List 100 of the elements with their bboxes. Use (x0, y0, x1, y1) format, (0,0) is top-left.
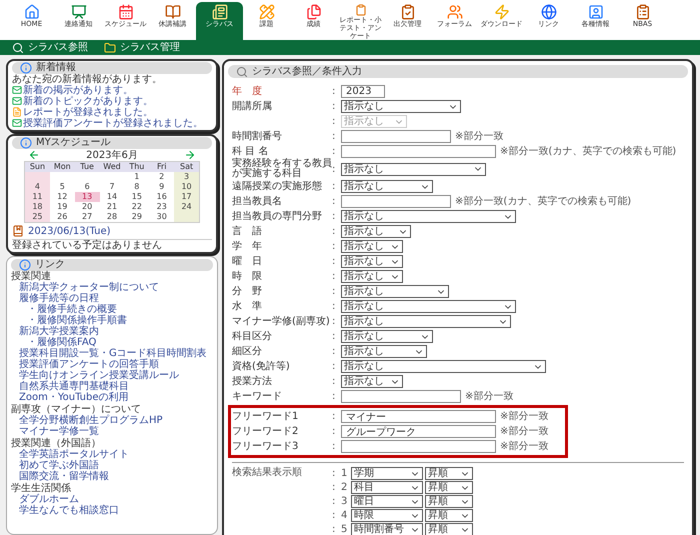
previous-month-icon[interactable] (28, 149, 40, 161)
dropdown[interactable]: 曜日 (351, 495, 423, 508)
calendar-day[interactable]: 24 (174, 202, 199, 212)
sidebar-link[interactable]: ・履修手続きの概要 (27, 304, 117, 315)
dropdown[interactable]: 指示なし (341, 315, 511, 328)
colon: : (332, 301, 336, 312)
link-group-heading: 学生生活関係 (11, 483, 72, 494)
checklist-icon (400, 4, 416, 20)
colon: : (332, 496, 336, 507)
news-link[interactable]: 授業評価アンケートが登録されました。 (12, 118, 212, 129)
sidebar-link[interactable]: 新潟大学授業案内 (19, 326, 99, 337)
subnav-link[interactable]: シラバス管理 (104, 42, 180, 54)
weekday-header: Fri (149, 162, 174, 172)
text-field[interactable] (341, 195, 451, 208)
dropdown[interactable]: 時限 (351, 509, 423, 522)
dropdown[interactable]: 指示なし (341, 255, 403, 268)
colon: : (332, 426, 336, 437)
colon: : (332, 101, 336, 112)
sidebar-link[interactable]: 自然系共通専門基礎科目 (19, 381, 129, 392)
text-field[interactable] (341, 440, 496, 453)
sidebar-link[interactable]: マイナー学修一覧 (19, 426, 99, 437)
sidebar-link[interactable]: 国際交流・留学情報 (19, 471, 109, 482)
dropdown[interactable]: 昇順 (425, 481, 473, 494)
sidebar-link[interactable]: 学生向けオンライン授業受講ルール (19, 370, 179, 381)
sidebar-link[interactable]: 学生なんでも相談窓口 (19, 505, 119, 516)
dropdown[interactable]: 指示なし (341, 100, 461, 113)
text-field[interactable]: マイナー (341, 410, 496, 423)
dropdown[interactable]: 指示なし (341, 375, 403, 388)
field-label: 授業方法 (232, 376, 273, 386)
calendar-day[interactable]: 4 (25, 182, 50, 192)
sidebar-link[interactable]: 初めて学ぶ外国語 (19, 460, 99, 471)
weekday-header: Sun (25, 162, 50, 172)
dropdown[interactable]: 指示なし (341, 300, 516, 313)
dropdown[interactable]: 昇順 (425, 467, 473, 480)
calendar-day[interactable]: 18 (25, 202, 50, 212)
dropdown[interactable]: 指示なし (341, 180, 433, 193)
dropdown[interactable]: 昇順 (425, 523, 473, 535)
cards-icon (306, 4, 322, 20)
calendar-icon (118, 4, 134, 20)
sidebar-link[interactable]: ダブルホーム (19, 494, 79, 505)
colon: : (332, 316, 336, 327)
weekday-header: Sat (174, 162, 199, 172)
sidebar-link[interactable]: 履修手続等の日程 (19, 293, 99, 304)
calendar-day[interactable]: 10 (174, 182, 199, 192)
news-link[interactable]: 新着のトピックがあります。 (12, 96, 212, 107)
colon: : (332, 376, 336, 387)
calendar-day[interactable]: 13 (74, 192, 100, 202)
dropdown[interactable]: 学期 (351, 467, 423, 480)
dropdown[interactable]: 指示なし (341, 240, 403, 253)
sort-index: 5 (341, 524, 348, 535)
colon: : (332, 86, 336, 97)
sidebar-link[interactable]: 授業科目開設一覧・Gコード科目時間割表 (19, 348, 207, 359)
dropdown[interactable]: 昇順 (425, 495, 473, 508)
dropdown[interactable]: 科目 (351, 481, 423, 494)
book-icon (164, 4, 180, 20)
dropdown[interactable]: 指示なし (341, 210, 516, 223)
dropdown[interactable]: 昇順 (425, 509, 473, 522)
sidebar-link[interactable]: 新潟大学クォーター制について (19, 282, 159, 293)
subnav-link[interactable]: シラバス参照 (12, 42, 88, 54)
envelope-icon (12, 96, 22, 106)
next-month-icon[interactable] (184, 149, 196, 161)
field-note: ※部分一致(カナ、英字での検索も可能) (455, 196, 632, 207)
text-field[interactable]: グループワーク (341, 425, 496, 438)
dropdown[interactable]: 指示なし (341, 162, 486, 176)
sidebar-link[interactable]: 全学分野横断創生プログラムHP (19, 415, 163, 426)
calendar-day[interactable]: 3 (174, 172, 199, 182)
text-field[interactable] (341, 145, 496, 158)
empty-message: 登録されている予定はありません (12, 240, 163, 251)
text-field[interactable] (341, 130, 451, 143)
dropdown[interactable]: 指示なし (341, 285, 449, 298)
colon: : (332, 391, 336, 402)
sort-index: 1 (341, 468, 348, 479)
field-note: ※部分一致 (500, 411, 548, 422)
sidebar-link[interactable]: ・履修関係FAQ (27, 337, 96, 348)
dropdown[interactable]: 時間割番号 (351, 523, 423, 535)
pencil-icon (258, 4, 274, 20)
field-label: 開講所属 (232, 102, 273, 112)
sidebar-link[interactable]: 授業評価アンケートの回答手順 (19, 359, 159, 370)
sidebar-link[interactable]: Zoom・YouTubeの利用 (19, 392, 128, 403)
dropdown[interactable]: 指示なし (341, 225, 411, 238)
calendar-day[interactable]: 25 (25, 212, 50, 222)
news-link[interactable]: レポートが登録されました。 (12, 107, 212, 118)
field-label: 担当教員の専門分野 (232, 212, 323, 222)
dropdown[interactable]: 指示なし (341, 270, 403, 283)
sidebar-link[interactable]: ・履修関係操作手順書 (27, 315, 127, 326)
dropdown[interactable]: 指示なし (341, 330, 433, 343)
field-note: ※部分一致 (500, 441, 548, 452)
sidebar-link[interactable]: 全学英語ポータルサイト (19, 449, 129, 460)
link-group-heading: 授業関連 (11, 271, 52, 282)
date-link[interactable]: 2023/06/13(Tue) (12, 225, 212, 237)
text-field[interactable] (341, 390, 461, 403)
text-field[interactable]: 2023 (341, 85, 385, 98)
field-label: フリーワード3 (232, 442, 300, 452)
field-label: 担当教員名 (232, 196, 283, 206)
news-link[interactable]: 新着の掲示があります。 (12, 85, 212, 96)
field-label: 実務経験を有する教員が実施する科目 (232, 159, 332, 179)
calendar-day[interactable]: 17 (174, 192, 199, 202)
calendar-day[interactable]: 11 (25, 192, 50, 202)
dropdown[interactable]: 指示なし (341, 360, 546, 373)
dropdown[interactable]: 指示なし (341, 345, 427, 358)
